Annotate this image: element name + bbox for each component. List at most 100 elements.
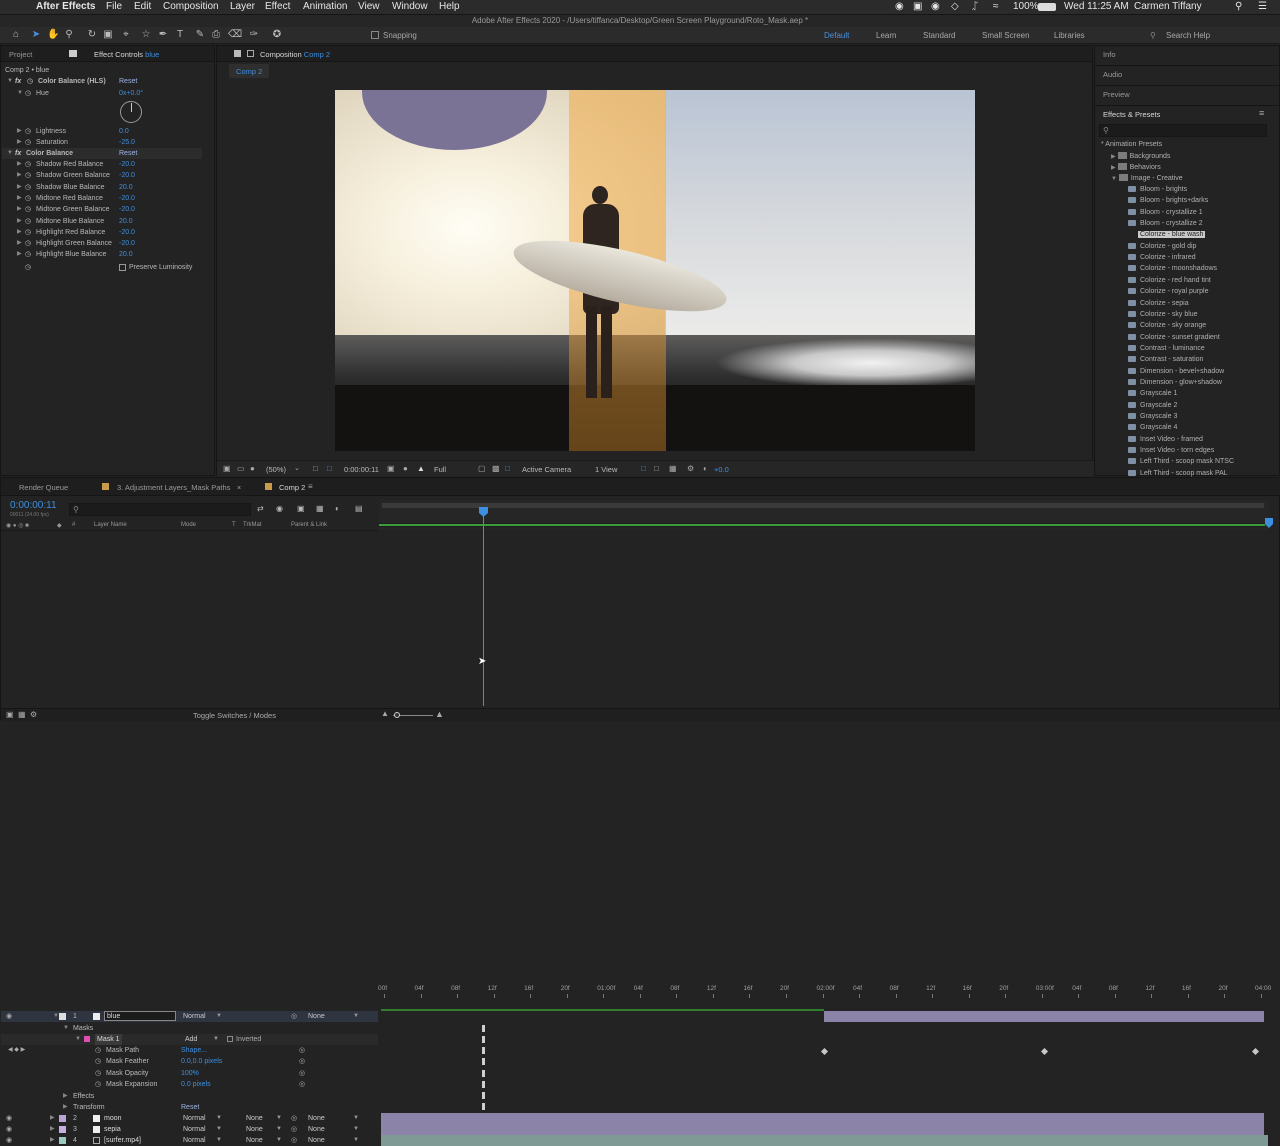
- layer-parent[interactable]: None: [308, 1113, 325, 1124]
- layer-row[interactable]: ◉ ▶ 4 [surfer.mp4] Normal ▼ None ▼ ◎ None …: [1, 1135, 378, 1146]
- folder-backgrounds[interactable]: ▶ Backgrounds: [1111, 152, 1170, 160]
- layer-row[interactable]: ◉ ▼ 1 blue Normal ▼ ◎ None ▼: [1, 1011, 378, 1022]
- preset-item[interactable]: Bloom - crystallize 1: [1128, 207, 1203, 218]
- folder-image-creative[interactable]: ▼ Image - Creative: [1111, 174, 1183, 182]
- preset-item[interactable]: Colorize - infrared: [1128, 252, 1196, 263]
- label-color-swatch[interactable]: [59, 1115, 66, 1122]
- twirl-cb-param[interactable]: ▶: [17, 227, 22, 238]
- folder-behaviors[interactable]: ▶ Behaviors: [1111, 163, 1161, 171]
- exposure-value[interactable]: +0.0: [714, 465, 729, 474]
- twirl-cb-param[interactable]: ▶: [17, 204, 22, 215]
- workspace-default[interactable]: Default: [824, 31, 849, 40]
- cb-param-value[interactable]: -20.0: [119, 227, 135, 238]
- monitor-icon[interactable]: ▭: [237, 464, 245, 473]
- stopwatch-icon[interactable]: ◷: [25, 249, 31, 260]
- keyframe-marker[interactable]: [482, 1080, 485, 1088]
- chevron-down-icon[interactable]: ⌄: [294, 464, 300, 472]
- stopwatch-icon[interactable]: ◷: [25, 193, 31, 204]
- preset-item[interactable]: Bloom - crystallize 2: [1128, 218, 1203, 229]
- twirl-layer[interactable]: ▶: [50, 1124, 55, 1135]
- tab-project[interactable]: Project: [9, 50, 32, 59]
- twirl-layer[interactable]: ▶: [50, 1113, 55, 1124]
- pick-whip-icon[interactable]: ◎: [291, 1113, 297, 1124]
- resolution-dropdown[interactable]: Full: [434, 465, 446, 474]
- workspace-learn[interactable]: Learn: [876, 31, 896, 40]
- layer-parent[interactable]: None: [308, 1124, 325, 1135]
- preset-item[interactable]: Grayscale 2: [1128, 400, 1177, 411]
- hand-tool-icon[interactable]: ✋: [47, 29, 59, 41]
- audio-panel-label[interactable]: Audio: [1103, 70, 1122, 79]
- keyframe-marker[interactable]: [482, 1069, 485, 1077]
- color-channel-icon[interactable]: ▲: [417, 464, 425, 473]
- preset-item[interactable]: Grayscale 1: [1128, 388, 1177, 399]
- layer-name[interactable]: blue: [104, 1011, 176, 1021]
- twirl-color-balance[interactable]: ▼: [7, 148, 13, 159]
- info-panel-label[interactable]: Info: [1103, 50, 1116, 59]
- preset-item[interactable]: Colorize - sunset gradient: [1128, 332, 1220, 343]
- pick-whip-icon[interactable]: ◎: [299, 1068, 305, 1079]
- viewer-time[interactable]: 0:00:00:11: [344, 465, 379, 474]
- inverted-checkbox[interactable]: [227, 1036, 233, 1042]
- cb-param-value[interactable]: -20.0: [119, 159, 135, 170]
- graph-editor-icon[interactable]: ▤: [355, 504, 363, 513]
- stopwatch-icon[interactable]: ◷: [25, 216, 31, 227]
- twirl-hue[interactable]: ▼: [17, 88, 23, 99]
- hue-value[interactable]: 0x+0.0°: [119, 88, 143, 99]
- layer-name[interactable]: moon: [104, 1113, 122, 1124]
- preset-item[interactable]: Dimension - glow+shadow: [1128, 377, 1222, 388]
- tab-composition[interactable]: Composition Comp 2: [260, 50, 330, 59]
- camera-icon[interactable]: ▣: [913, 1, 922, 12]
- layer-mode[interactable]: Normal: [183, 1135, 206, 1146]
- t-header[interactable]: T: [232, 522, 236, 528]
- layer-trkmat[interactable]: None: [246, 1113, 263, 1124]
- preset-item[interactable]: Inset Video - framed: [1128, 434, 1203, 445]
- twirl-effects[interactable]: ▶: [63, 1091, 68, 1102]
- preset-item[interactable]: Colorize - gold dip: [1128, 241, 1196, 252]
- fx-badge-icon[interactable]: fx: [15, 76, 21, 87]
- chevron-down-icon[interactable]: ▼: [276, 1113, 282, 1124]
- home-icon[interactable]: ⌂: [10, 29, 22, 41]
- 3d-view-icon[interactable]: □: [505, 464, 510, 473]
- current-timecode[interactable]: 0:00:00:11: [10, 500, 57, 511]
- preset-item[interactable]: Colorize - moonshadows: [1128, 263, 1217, 274]
- animation-presets-root[interactable]: * Animation Presets: [1101, 141, 1162, 148]
- shy-layers-icon[interactable]: ▣: [297, 504, 305, 513]
- eraser-tool-icon[interactable]: ⌫: [228, 29, 242, 41]
- composition-lock-icon[interactable]: [234, 50, 241, 57]
- cb-param-value[interactable]: -20.0: [119, 193, 135, 204]
- frame-blending-icon[interactable]: ▦: [316, 504, 324, 513]
- mode-header[interactable]: Mode: [181, 522, 196, 528]
- mask-path-keyframe[interactable]: [1040, 1047, 1049, 1056]
- layer-row[interactable]: ◉ ▶ 2 moon Normal ▼ None ▼ ◎ None ▼: [1, 1113, 378, 1124]
- tab-adjustment-layers[interactable]: 3. Adjustment Layers_Mask Paths: [117, 483, 230, 492]
- search-help-field[interactable]: Search Help: [1166, 31, 1210, 40]
- mask-property-value[interactable]: 0.0,0.0 pixels: [181, 1056, 222, 1067]
- chevron-down-icon[interactable]: ▼: [353, 1124, 359, 1135]
- user-name[interactable]: Carmen Tiffany: [1134, 1, 1202, 12]
- bluetooth-icon[interactable]: ᛢ: [972, 1, 978, 12]
- preset-item[interactable]: Grayscale 3: [1128, 411, 1177, 422]
- effect-controls-lock-icon[interactable]: [69, 50, 77, 57]
- fit-icon[interactable]: □: [313, 464, 318, 473]
- work-area-bar[interactable]: [382, 503, 1264, 508]
- stopwatch-icon[interactable]: ◷: [95, 1056, 101, 1067]
- camera-snapshot-icon[interactable]: ▣: [387, 464, 395, 473]
- transform-reset-button[interactable]: Reset: [181, 1102, 199, 1113]
- stopwatch-icon[interactable]: ◷: [25, 126, 31, 137]
- toggle-switches-modes[interactable]: Toggle Switches / Modes: [193, 711, 276, 720]
- pick-whip-icon[interactable]: ◎: [299, 1045, 305, 1056]
- cb-param-value[interactable]: 20.0: [119, 249, 133, 260]
- mask-property-row[interactable]: ◷ Mask Opacity 100% ◎: [1, 1068, 378, 1079]
- layer-duration-bar[interactable]: [381, 1135, 1268, 1146]
- chevron-down-icon[interactable]: ▼: [276, 1124, 282, 1135]
- twirl-layer[interactable]: ▶: [50, 1135, 55, 1146]
- views-dropdown[interactable]: 1 View: [595, 465, 617, 474]
- snapshot-icon[interactable]: ▣: [223, 464, 231, 473]
- cb-param-value[interactable]: 20.0: [119, 182, 133, 193]
- menu-effect[interactable]: Effect: [265, 1, 290, 12]
- trkmat-header[interactable]: TrkMat: [243, 522, 261, 528]
- chevron-down-icon[interactable]: ▼: [353, 1113, 359, 1124]
- twirl-cb-param[interactable]: ▶: [17, 249, 22, 260]
- pen-tool-icon[interactable]: ✒: [157, 29, 169, 41]
- twirl-hls[interactable]: ▼: [7, 76, 13, 87]
